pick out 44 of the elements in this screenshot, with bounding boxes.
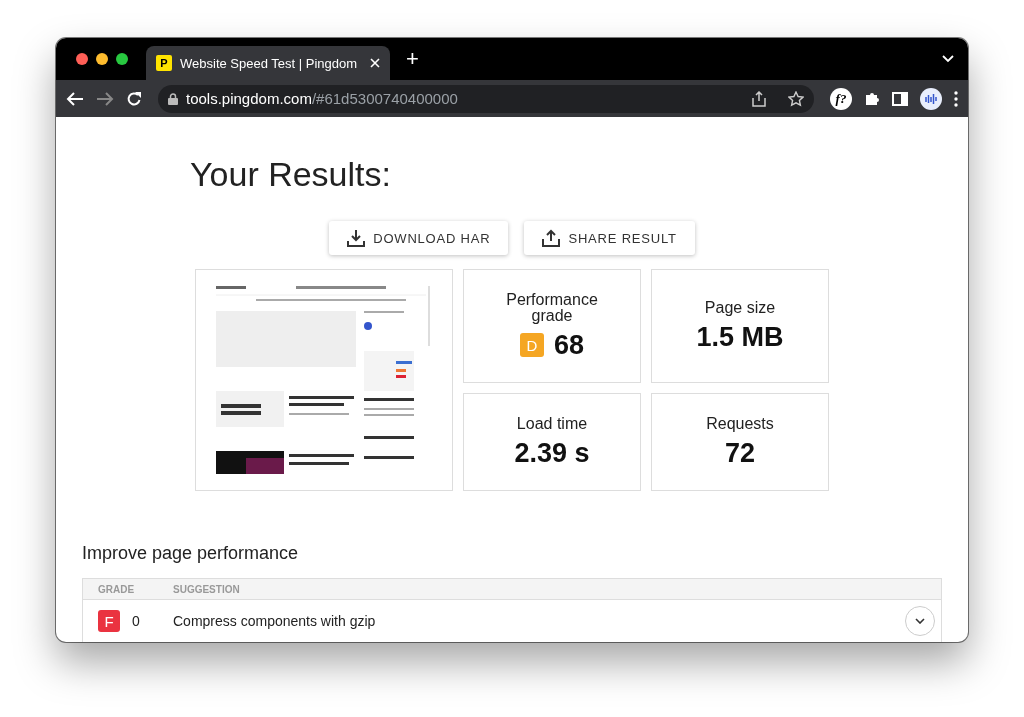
address-bar[interactable]: tools.pingdom.com/#61d5300740400000 — [158, 84, 814, 113]
results-heading: Your Results: — [189, 154, 392, 195]
new-tab-button[interactable]: + — [402, 46, 423, 72]
close-button[interactable] — [76, 53, 88, 65]
grade-badge: D — [519, 333, 544, 357]
metric-label: Page size — [703, 299, 777, 316]
maximize-button[interactable] — [116, 53, 128, 65]
star-icon[interactable] — [788, 90, 804, 107]
reload-icon[interactable] — [126, 90, 142, 107]
upload-icon — [542, 229, 561, 247]
browser-tab[interactable]: P Website Speed Test | Pingdom — [146, 46, 390, 80]
share-icon[interactable] — [752, 90, 766, 107]
share-result-button[interactable]: SHARE RESULT — [524, 221, 695, 255]
grade-badge: F — [98, 610, 120, 632]
suggestion-text: Compress components with gzip — [173, 613, 376, 629]
close-icon[interactable] — [370, 58, 380, 68]
side-panel-icon[interactable] — [892, 91, 908, 106]
forward-icon[interactable] — [96, 90, 114, 107]
avatar-icon[interactable] — [920, 87, 942, 110]
score-text: 0 — [132, 613, 140, 629]
metric-label: Requests — [705, 415, 775, 432]
chevron-down-icon[interactable] — [942, 55, 954, 63]
extension-button[interactable]: f? — [830, 87, 852, 110]
download-icon — [347, 229, 366, 247]
column-header: GRADE — [97, 583, 136, 595]
metric-label: Load time — [515, 415, 589, 432]
lock-icon — [168, 92, 178, 105]
minimize-button[interactable] — [96, 53, 108, 65]
metric-value: 72 — [724, 437, 755, 469]
expand-button[interactable] — [905, 606, 935, 636]
column-header: SUGGESTION — [173, 583, 240, 595]
metric-label: Performance grade — [505, 291, 599, 324]
tab-title: Website Speed Test | Pingdom — [180, 55, 359, 71]
back-icon[interactable] — [66, 90, 84, 107]
puzzle-icon[interactable] — [864, 90, 880, 107]
section-heading: Improve page performance — [82, 543, 300, 564]
chevron-down-icon — [915, 618, 925, 624]
metric-value: 68 — [553, 329, 584, 361]
url-text: tools.pingdom.com/#61d5300740400000 — [186, 90, 458, 107]
favicon: P — [156, 55, 172, 71]
metric-value: 2.39 s — [514, 437, 590, 469]
metric-value: 1.5 MB — [696, 321, 784, 353]
download-har-button[interactable]: DOWNLOAD HAR — [329, 221, 509, 255]
menu-icon[interactable] — [954, 90, 958, 107]
